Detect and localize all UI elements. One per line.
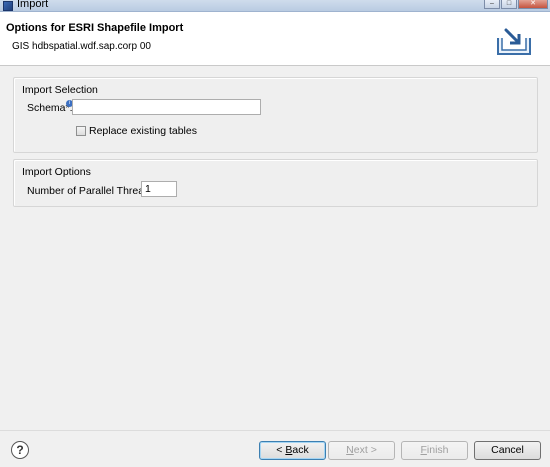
minimize-icon[interactable]: – xyxy=(484,0,500,9)
threads-label: Number of Parallel Threads: xyxy=(27,185,159,197)
back-button[interactable]: < Back xyxy=(259,441,326,460)
next-button[interactable]: Next > xyxy=(328,441,395,460)
threads-input[interactable] xyxy=(141,181,177,197)
title-bar: Import – □ ✕ xyxy=(0,0,550,12)
cancel-button[interactable]: Cancel xyxy=(474,441,541,460)
back-arrow: < xyxy=(276,444,286,456)
finish-label-rest: inish xyxy=(426,444,449,456)
app-icon xyxy=(3,1,13,11)
next-label-rest: ext > xyxy=(353,444,377,456)
page-description: GIS hdbspatial.wdf.sap.corp 00 xyxy=(12,41,151,52)
next-mnemonic: N xyxy=(346,444,354,456)
button-bar-separator xyxy=(0,430,550,431)
window-controls: – □ ✕ xyxy=(484,0,548,9)
close-icon[interactable]: ✕ xyxy=(518,0,548,9)
schema-input[interactable] xyxy=(72,99,261,115)
import-options-legend: Import Options xyxy=(22,166,91,178)
window-title: Import xyxy=(17,0,49,10)
help-icon[interactable]: ? xyxy=(11,441,29,459)
back-label-rest: ack xyxy=(292,444,309,456)
wizard-header: Options for ESRI Shapefile Import GIS hd… xyxy=(0,12,550,66)
replace-tables-checkbox[interactable] xyxy=(76,126,86,136)
import-banner-icon xyxy=(497,28,531,55)
replace-tables-label: Replace existing tables xyxy=(89,125,197,137)
import-selection-legend: Import Selection xyxy=(22,84,98,96)
finish-button[interactable]: Finish xyxy=(401,441,468,460)
maximize-icon[interactable]: □ xyxy=(501,0,517,9)
page-title: Options for ESRI Shapefile Import xyxy=(6,22,184,34)
import-options-group: Import Options Number of Parallel Thread… xyxy=(13,159,538,207)
import-selection-group: Import Selection Schema*: i Replace exis… xyxy=(13,77,538,153)
